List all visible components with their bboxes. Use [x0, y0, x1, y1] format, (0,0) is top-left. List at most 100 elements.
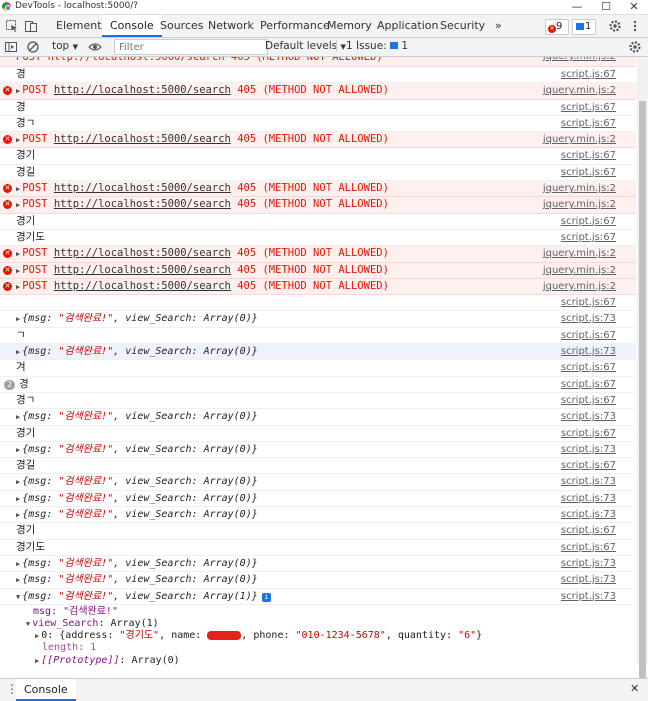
console-log-row[interactable]: 경 script.js:67 [0, 67, 636, 84]
source-link[interactable]: script.js:67 [561, 328, 616, 343]
expand-triangle-icon[interactable]: ▶ [16, 84, 20, 99]
request-url[interactable]: http://localhost:5000/search [54, 198, 231, 210]
expand-triangle-icon[interactable]: ▶ [16, 264, 20, 279]
expand-triangle-icon[interactable]: ▶ [16, 443, 20, 458]
request-url[interactable]: http://localhost:5000/search [54, 133, 231, 145]
error-count-badge[interactable]: ✕9 [545, 19, 569, 35]
console-log-row[interactable]: 경길 script.js:67 [0, 165, 636, 182]
source-link[interactable]: script.js:67 [561, 523, 616, 538]
console-error-row[interactable]: ▶ POST http://localhost:5000/search 405 (… [0, 197, 636, 214]
console-log-row[interactable]: 경 script.js:67 [0, 100, 636, 116]
source-link[interactable]: script.js:67 [561, 295, 616, 310]
source-link[interactable]: script.js:67 [561, 116, 616, 131]
source-link[interactable]: script.js:73 [561, 409, 616, 424]
source-link[interactable]: jquery.min.js:2 [543, 83, 616, 98]
console-messages[interactable]: POST http://localhost:5000/search 405 (M… [0, 57, 636, 665]
console-log-row[interactable]: ▶ {msg: "검색완료!", view_Search: Array(0)} sc… [0, 311, 636, 328]
source-link[interactable]: script.js:67 [561, 100, 616, 115]
sidebar-toggle-icon[interactable] [4, 40, 18, 54]
console-log-row[interactable]: ▶ {msg: "검색완료!", view_Search: Array(0)} sc… [0, 507, 636, 524]
source-link[interactable]: script.js:73 [561, 507, 616, 522]
request-url[interactable]: http://localhost:5000/search [54, 264, 231, 276]
issues-button[interactable]: 1 Issue: 1 [336, 40, 408, 52]
console-log-row[interactable]: ▶ {msg: "검색완료!", view_Search: Array(0)} sc… [0, 442, 636, 459]
device-toolbar-icon[interactable] [24, 19, 38, 33]
tree-view-search[interactable]: ▼ view_Search: Array(1) [0, 618, 636, 630]
inspect-element-icon[interactable] [5, 19, 19, 33]
console-log-row[interactable]: ㄱ script.js:67 [0, 328, 636, 345]
source-link[interactable]: script.js:67 [561, 165, 616, 180]
tree-array-prototype[interactable]: ▶ [[Prototype]]: Array(0) [0, 655, 636, 665]
collapse-triangle-icon[interactable]: ▼ [26, 618, 30, 630]
console-log-row[interactable]: ▼ {msg: "검색완료!", view_Search: Array(1)} i s… [0, 589, 636, 605]
console-log-row[interactable]: 경 2 script.js:67 [0, 377, 636, 393]
request-url[interactable]: http://localhost:5000/search [54, 247, 231, 259]
expand-triangle-icon[interactable]: ▶ [16, 573, 20, 588]
expand-triangle-icon[interactable]: ▶ [16, 182, 20, 197]
expand-triangle-icon[interactable]: ▶ [16, 475, 20, 490]
source-link[interactable]: jquery.min.js:2 [543, 197, 616, 212]
tree-msg[interactable]: msg: "검색완료!" [0, 606, 636, 618]
issues-count-badge[interactable]: 1 [572, 19, 596, 35]
source-link[interactable]: script.js:73 [561, 344, 616, 359]
source-link[interactable]: script.js:67 [561, 540, 616, 555]
source-link[interactable]: script.js:67 [561, 377, 616, 392]
source-link[interactable]: jquery.min.js:2 [543, 132, 616, 147]
expand-triangle-icon[interactable]: ▶ [16, 247, 20, 262]
console-error-row[interactable]: ▶ POST http://localhost:5000/search 405 (… [0, 278, 636, 296]
tree-length[interactable]: length: 1 [0, 642, 636, 654]
source-link[interactable]: jquery.min.js:2 [543, 181, 616, 196]
console-error-row[interactable]: ▶ POST http://localhost:5000/search 405 (… [0, 181, 636, 198]
source-link[interactable]: script.js:73 [561, 442, 616, 457]
close-window-button[interactable]: ✕ [620, 0, 648, 14]
source-link[interactable]: script.js:73 [561, 311, 616, 326]
source-link[interactable]: script.js:67 [561, 458, 616, 473]
source-link[interactable]: script.js:73 [561, 589, 616, 604]
console-log-row[interactable]: 겨 script.js:67 [0, 360, 636, 377]
console-log-row[interactable]: ▶ {msg: "검색완료!", view_Search: Array(0)} sc… [0, 344, 636, 361]
console-scrollbar[interactable] [637, 57, 648, 695]
console-log-row[interactable]: ▶ {msg: "검색완료!", view_Search: Array(0)} sc… [0, 572, 636, 589]
console-log-row[interactable]: 경ㄱ script.js:67 [0, 393, 636, 410]
console-error-row[interactable]: ▶ POST http://localhost:5000/search 405 (… [0, 83, 636, 100]
source-link[interactable]: script.js:73 [561, 572, 616, 587]
expand-triangle-icon[interactable]: ▼ [16, 590, 20, 605]
console-error-row[interactable]: ▶ POST http://localhost:5000/search 405 (… [0, 132, 636, 149]
drawer-tab-console[interactable]: Console [16, 679, 76, 701]
console-log-row[interactable]: 경기 script.js:67 [0, 523, 636, 540]
source-link[interactable]: jquery.min.js:2 [543, 263, 616, 278]
console-error-row[interactable]: ▶ POST http://localhost:5000/search 405 (… [0, 246, 636, 263]
source-link[interactable]: script.js:67 [561, 67, 616, 82]
console-log-row[interactable]: ▶ {msg: "검색완료!", view_Search: Array(0)} sc… [0, 474, 636, 491]
console-log-row[interactable]: ▶ {msg: "검색완료!", view_Search: Array(0)} sc… [0, 491, 636, 508]
console-log-row[interactable]: 경기 script.js:67 [0, 148, 636, 165]
info-icon[interactable]: i [261, 592, 271, 602]
console-log-row[interactable]: ▶ {msg: "검색완료!", view_Search: Array(0)} sc… [0, 409, 636, 426]
console-log-row[interactable]: 경기 script.js:67 [0, 214, 636, 230]
expand-triangle-icon[interactable]: ▶ [16, 492, 20, 507]
expand-triangle-icon[interactable]: ▶ [35, 630, 39, 642]
console-log-row[interactable]: 경길 script.js:67 [0, 458, 636, 475]
source-link[interactable]: script.js:67 [561, 360, 616, 375]
console-error-row[interactable]: ▶ POST http://localhost:5000/search 405 (… [0, 262, 636, 279]
request-url[interactable]: http://localhost:5000/search [54, 84, 231, 96]
source-link[interactable]: jquery.min.js:2 [543, 246, 616, 261]
source-link[interactable]: script.js:73 [561, 474, 616, 489]
expand-triangle-icon[interactable]: ▶ [16, 345, 20, 360]
close-drawer-icon[interactable]: ✕ [630, 682, 639, 695]
source-link[interactable]: script.js:67 [561, 230, 616, 245]
tab-security[interactable]: Security [432, 15, 493, 37]
console-log-row[interactable]: ▶ {msg: "검색완료!", view_Search: Array(0)} sc… [0, 556, 636, 573]
expand-triangle-icon[interactable]: ▶ [16, 133, 20, 148]
source-link[interactable]: script.js:67 [561, 148, 616, 163]
console-log-row[interactable]: 경ㄱ script.js:67 [0, 116, 636, 133]
context-selector[interactable]: top ▼ [52, 40, 78, 52]
filter-input[interactable] [114, 39, 268, 55]
console-log-row[interactable]: 경기 script.js:67 [0, 426, 636, 442]
expand-triangle-icon[interactable]: ▶ [16, 410, 20, 425]
scrollbar-thumb[interactable] [639, 101, 646, 695]
source-link[interactable]: jquery.min.js:2 [543, 279, 616, 294]
source-link[interactable]: script.js:67 [561, 393, 616, 408]
request-url[interactable]: http://localhost:5000/search [54, 182, 231, 194]
console-settings-gear-icon[interactable] [628, 40, 642, 54]
